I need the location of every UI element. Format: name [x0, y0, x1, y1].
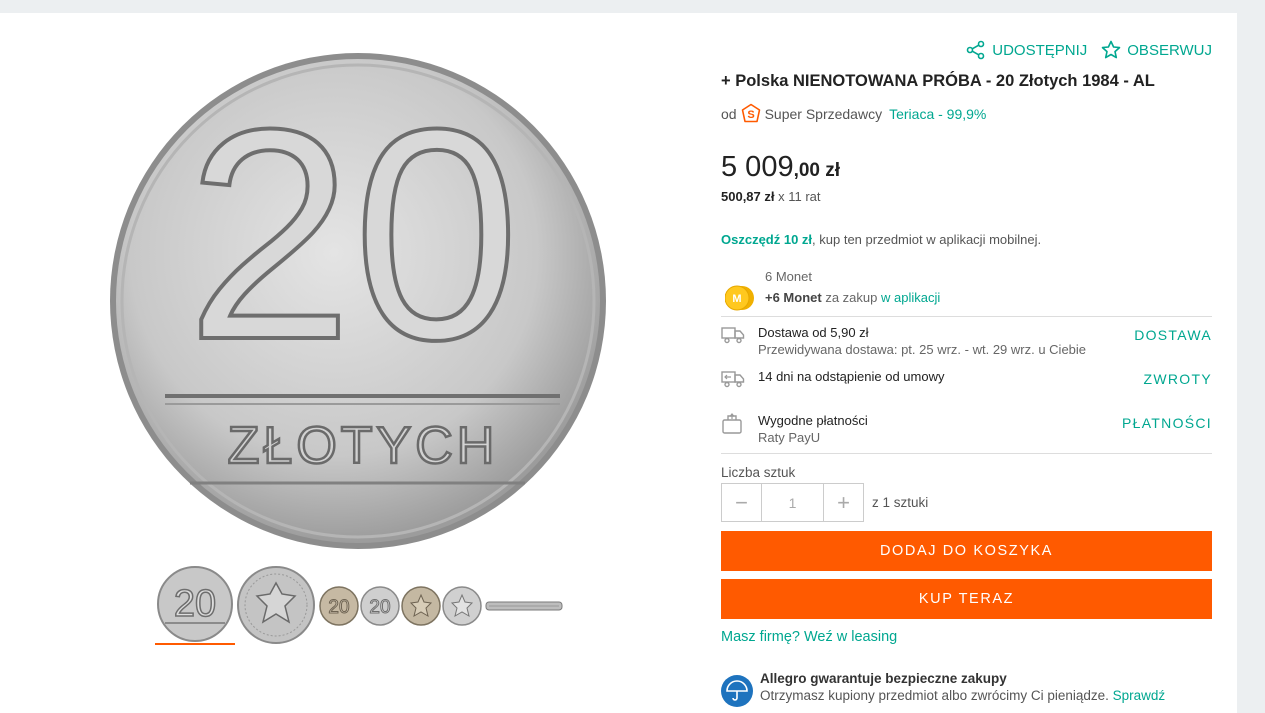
product-card: 20 ZŁOTYCH 20 20 20 UDOSTĘPNIJ OBSERWUJ … [0, 13, 1237, 713]
main-product-image[interactable]: 20 ZŁOTYCH [105, 43, 615, 553]
seller-prefix: od [721, 106, 737, 122]
coins-icon: M [725, 285, 754, 311]
payments-link[interactable]: PŁATNOŚCI [1122, 415, 1212, 431]
savings-amount: Oszczędź 10 zł [721, 232, 813, 247]
returns-title: 14 dni na odstąpienie od umowy [758, 369, 945, 384]
guarantee-title: Allegro gwarantuje bezpieczne zakupy [760, 671, 1007, 686]
price-integer: 5 009 [721, 151, 794, 183]
coins-count: 6 Monet [765, 269, 812, 284]
quantity-label: Liczba sztuk [721, 465, 796, 480]
price: 5 009,00 zł [721, 151, 840, 184]
super-seller-label: Super Sprzedawcy [764, 106, 883, 122]
thumbnail-active-indicator [155, 643, 235, 645]
buy-now-button[interactable]: KUP TERAZ [721, 579, 1212, 619]
leasing-link[interactable]: Masz firmę? Weź w leasing [721, 629, 897, 645]
delivery-title: Dostawa od 5,90 zł [758, 325, 869, 340]
product-title: + Polska NIENOTOWANA PRÓBA - 20 Złotych … [721, 72, 1155, 90]
guarantee-link[interactable]: Sprawdź [1113, 688, 1166, 703]
coins-bonus: +6 Monet [765, 290, 822, 305]
super-seller-badge-icon: S [741, 103, 760, 123]
thumbnail-3[interactable]: 20 [319, 586, 359, 631]
installment-amount: 500,87 zł [721, 189, 775, 204]
umbrella-icon [721, 675, 753, 707]
svg-text:20: 20 [369, 597, 390, 618]
coin-photo: 20 ZŁOTYCH [110, 53, 606, 549]
share-icon [966, 40, 985, 60]
thumbnail-7[interactable] [485, 598, 565, 619]
installment-count: x 11 rat [774, 189, 821, 204]
payments-title: Wygodne płatności [758, 413, 868, 428]
svg-text:20: 20 [174, 583, 216, 625]
returns-link[interactable]: ZWROTY [1144, 371, 1212, 387]
quantity-decrement-button[interactable]: − [722, 484, 761, 521]
delivery-estimate: Przewidywana dostawa: pt. 25 wrz. - wt. … [758, 342, 1087, 357]
watch-button[interactable]: OBSERWUJ [1101, 40, 1212, 60]
thumbnail-1[interactable]: 20 [155, 566, 235, 647]
svg-text:20: 20 [186, 66, 520, 402]
thumbnail-5[interactable] [401, 586, 441, 631]
divider [721, 453, 1212, 454]
quantity-available: z 1 sztuki [872, 495, 929, 510]
payments-subtitle: Raty PayU [758, 430, 821, 445]
savings-text: , kup ten przedmiot w aplikacji mobilnej… [812, 232, 1042, 247]
return-truck-icon [721, 371, 745, 388]
guarantee-text: Otrzymasz kupiony przedmiot albo zwrócim… [760, 688, 1113, 703]
wallet-icon [722, 413, 742, 434]
coins-app-link[interactable]: w aplikacji [881, 290, 940, 305]
watch-label: OBSERWUJ [1127, 41, 1212, 59]
svg-text:ZŁOTYCH: ZŁOTYCH [228, 417, 499, 475]
delivery-link[interactable]: DOSTAWA [1134, 327, 1212, 343]
quantity-stepper: − 1 + [721, 483, 864, 522]
price-decimal: ,00 zł [793, 160, 841, 181]
product-actions: UDOSTĘPNIJ OBSERWUJ [966, 40, 1212, 60]
quantity-input[interactable]: 1 [761, 484, 824, 521]
truck-icon [721, 327, 745, 344]
divider [721, 316, 1212, 317]
svg-text:20: 20 [328, 597, 349, 618]
seller-name-link[interactable]: Teriaca - 99,9% [889, 106, 986, 122]
svg-text:S: S [747, 109, 754, 121]
share-button[interactable]: UDOSTĘPNIJ [966, 40, 1087, 60]
thumbnail-4[interactable]: 20 [360, 586, 400, 631]
installment-info: 500,87 zł x 11 rat [721, 189, 821, 204]
svg-text:M: M [732, 293, 741, 305]
thumbnail-2[interactable] [237, 566, 315, 649]
guarantee-text-line: Otrzymasz kupiony przedmiot albo zwrócim… [760, 688, 1165, 703]
coins-bonus-text: za zakup [821, 290, 881, 305]
coins-bonus-line: +6 Monet za zakup w aplikacji [765, 290, 940, 305]
app-savings: Oszczędź 10 zł, kup ten przedmiot w apli… [721, 232, 1041, 247]
share-label: UDOSTĘPNIJ [992, 41, 1088, 59]
star-icon [1101, 40, 1121, 59]
quantity-increment-button[interactable]: + [824, 484, 863, 521]
thumbnail-6[interactable] [442, 586, 482, 631]
seller-line: od S Super Sprzedawcy Teriaca - 99,9% [721, 103, 986, 125]
add-to-cart-button[interactable]: DODAJ DO KOSZYKA [721, 531, 1212, 571]
